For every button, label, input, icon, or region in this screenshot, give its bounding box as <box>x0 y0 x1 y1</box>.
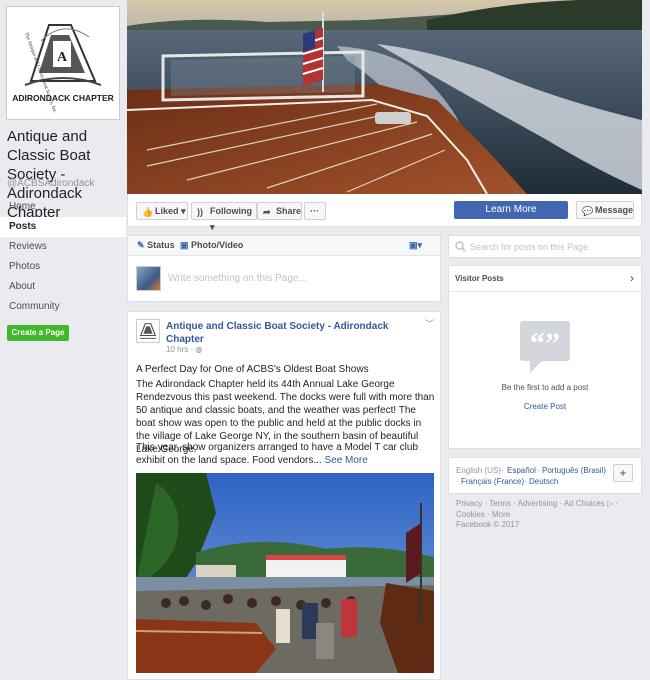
page-handle[interactable]: @ACBSAdirondack <box>7 178 94 189</box>
post-author-avatar[interactable] <box>136 319 160 343</box>
post-headline: A Perfect Day for One of ACBS's Oldest B… <box>136 364 369 375</box>
create-post-link[interactable]: Create Post <box>449 402 641 411</box>
add-language-button[interactable]: + <box>613 464 633 482</box>
search-icon <box>455 241 466 252</box>
composer-tabs: ✎ Status ▣ Photo/Video ▣▾ <box>128 236 440 256</box>
divider <box>449 291 641 292</box>
tab-status[interactable]: ✎ Status <box>137 240 175 251</box>
language-link-portugues[interactable]: Português (Brasil) <box>542 466 606 475</box>
nav-item-community[interactable]: Community <box>0 297 126 317</box>
share-arrow-icon: ➦ <box>263 207 271 217</box>
feed-post: Antique and Classic Boat Society - Adiro… <box>127 311 441 680</box>
create-page-button[interactable]: Create a Page <box>7 325 69 341</box>
tab-photo-video[interactable]: ▣ Photo/Video <box>180 240 243 251</box>
search-input[interactable]: Search for posts on this Page <box>470 242 588 252</box>
share-button[interactable]: ➦ Share <box>257 202 302 220</box>
chevron-right-icon[interactable]: › <box>630 271 634 285</box>
language-current: English (US) <box>456 466 501 475</box>
globe-icon: ◍ <box>195 345 203 354</box>
page-profile-picture[interactable]: A ADIRONDACK CHAPTER The Antique and Cla… <box>6 6 120 120</box>
page-post-search[interactable]: Search for posts on this Page <box>448 235 642 258</box>
nav-item-about[interactable]: About <box>0 277 126 297</box>
nav-item-posts[interactable]: Posts <box>0 217 126 237</box>
liked-button[interactable]: 👍 Liked ▾ <box>136 202 188 220</box>
nav-item-reviews[interactable]: Reviews <box>0 237 126 257</box>
copyright: Facebook © 2017 <box>456 520 520 529</box>
nav-item-photos[interactable]: Photos <box>0 257 126 277</box>
language-link-francais[interactable]: Français (France) <box>461 477 524 486</box>
photo-icon: ▣ <box>180 240 189 250</box>
messenger-icon: 💬 <box>582 206 594 216</box>
more-button[interactable]: ··· <box>304 202 326 220</box>
visitor-posts-title[interactable]: Visitor Posts <box>455 274 504 283</box>
acbs-logo: A ADIRONDACK CHAPTER The Antique and Cla… <box>11 11 115 115</box>
post-author-link[interactable]: Antique and Classic Boat Society - Adiro… <box>166 320 416 346</box>
learn-more-button[interactable]: Learn More <box>454 201 568 219</box>
visitor-posts-empty-text: Be the first to add a post <box>501 383 589 392</box>
rss-icon: )) <box>197 207 203 217</box>
nav-item-home[interactable]: Home <box>0 197 126 217</box>
quote-bubble-icon: “” <box>520 321 570 373</box>
thumbs-up-icon: 👍 <box>142 207 154 217</box>
post-options-chevron-icon[interactable]: ﹀ <box>425 317 434 330</box>
see-more-link[interactable]: See More <box>324 455 367 466</box>
language-link-espanol[interactable]: Español <box>507 466 536 475</box>
post-as-selector[interactable]: ▣▾ <box>409 240 422 251</box>
ad-choices-icon: ▷ <box>607 499 614 508</box>
svg-text:“”: “” <box>530 327 560 360</box>
page-action-bar: 👍 Liked ▾ )) Following ▾ ➦ Share ··· Learn … <box>127 194 642 232</box>
post-paragraph-2: This year, show organizers arranged to h… <box>136 442 419 466</box>
language-selector-card: English (US) · Español · Português (Bras… <box>448 457 642 494</box>
boat-show-photo <box>136 473 434 673</box>
boat-wake-cover-image <box>127 0 642 194</box>
composer-input[interactable]: Write something on this Page... <box>168 273 307 284</box>
svg-text:A: A <box>57 50 68 65</box>
footer-links[interactable]: Privacy · Terms · Advertising · Ad Choic… <box>456 499 618 508</box>
message-button[interactable]: 💬 Message <box>576 201 634 219</box>
composer-avatar <box>136 266 161 291</box>
footer-links-2[interactable]: Cookies · More <box>456 510 510 519</box>
acbs-logo-small <box>139 323 157 339</box>
visitor-posts-card: Visitor Posts › “” Be the first to add a… <box>448 265 642 449</box>
language-link-deutsch[interactable]: Deutsch <box>529 477 558 486</box>
post-timestamp[interactable]: 10 hrs · ◍ <box>166 345 202 354</box>
cover-photo[interactable] <box>127 0 642 194</box>
svg-text:ADIRONDACK CHAPTER: ADIRONDACK CHAPTER <box>12 93 114 103</box>
post-photo[interactable] <box>136 473 434 673</box>
post-composer: ✎ Status ▣ Photo/Video ▣▾ Write somethin… <box>127 235 441 302</box>
pencil-icon: ✎ <box>137 240 145 250</box>
following-button[interactable]: )) Following ▾ <box>191 202 257 232</box>
